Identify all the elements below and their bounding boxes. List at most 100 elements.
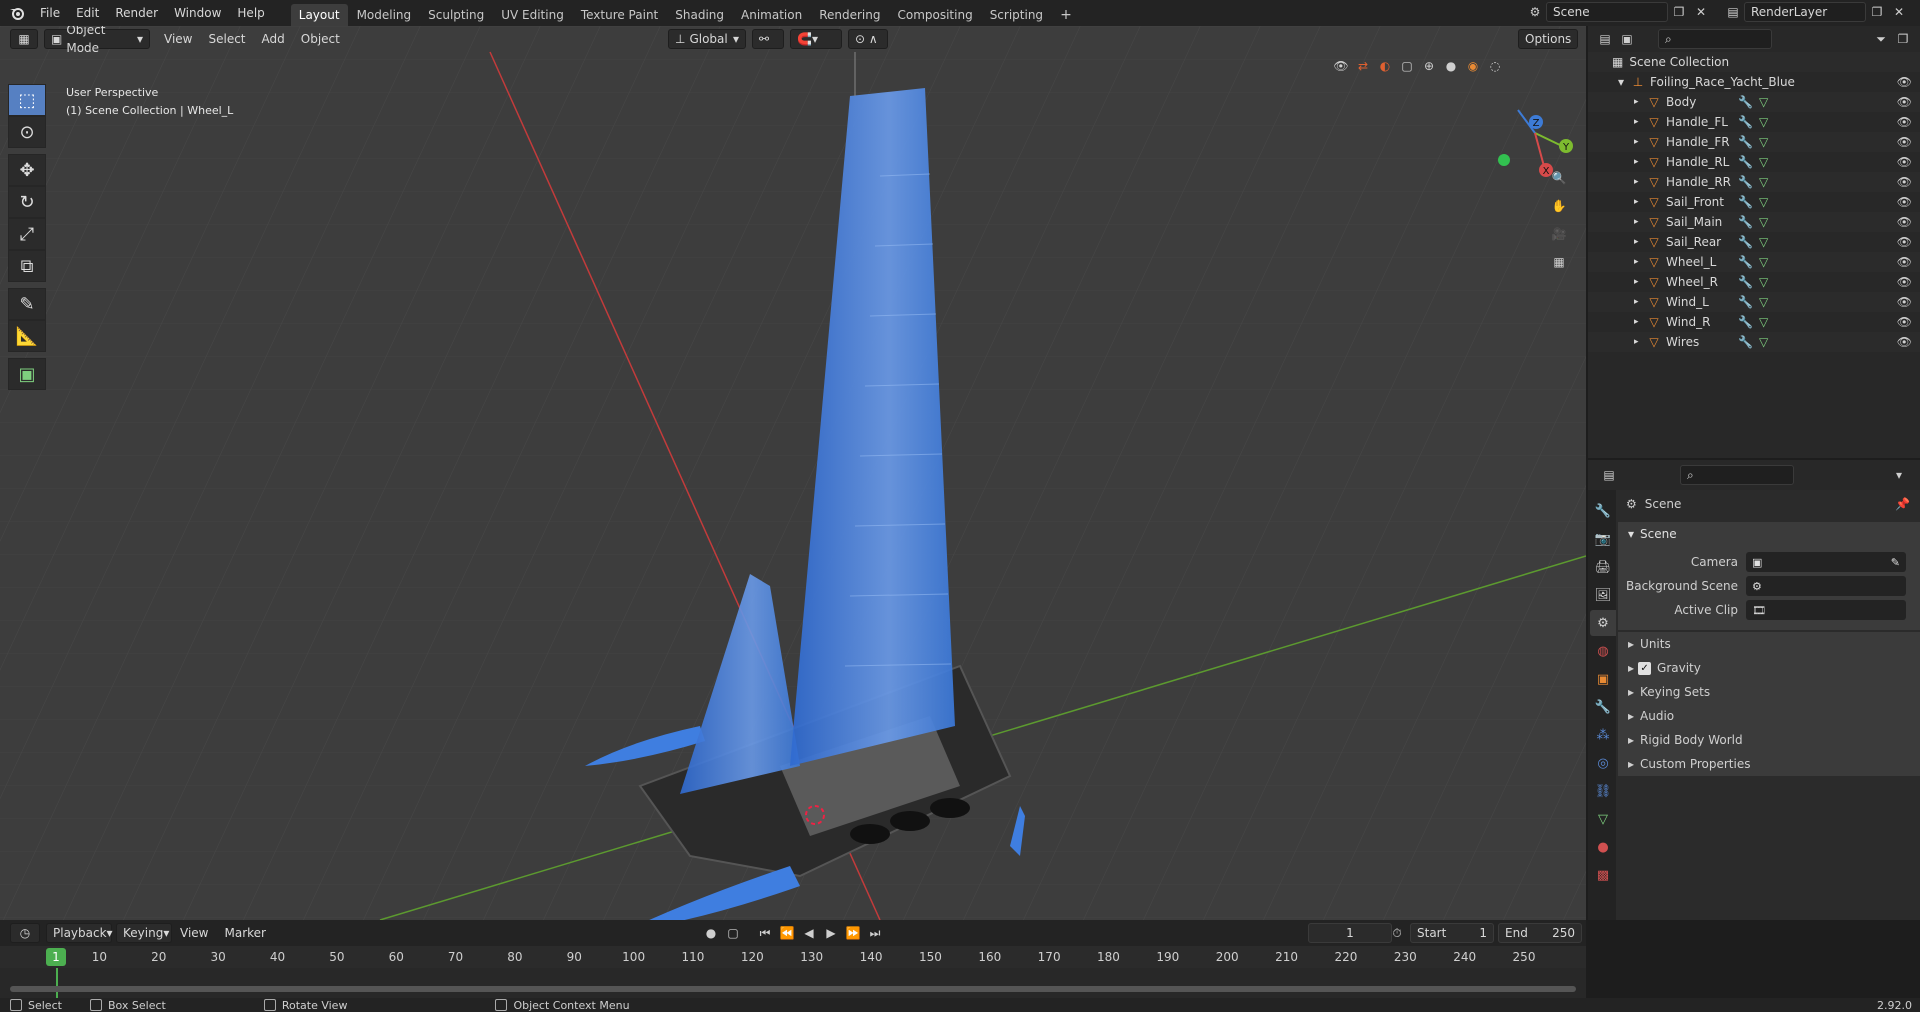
mesh-data-icon[interactable]: ▽ [1759,215,1768,229]
menu-edit[interactable]: Edit [68,2,107,24]
editor-type-button[interactable]: ▦ [10,29,38,49]
scene-panel-header[interactable]: ▾ Scene [1618,522,1920,546]
end-frame-field[interactable]: End 250 [1498,923,1582,943]
viewport-menu-select[interactable]: Select [200,29,253,49]
measure-tool[interactable]: 📐 [8,320,46,352]
cursor-tool[interactable]: ⊙ [8,116,46,148]
expand-icon[interactable]: ▸ [1634,117,1646,127]
modifier-icon[interactable]: 🔧 [1738,215,1753,229]
scale-tool[interactable]: ⤢ [8,218,46,250]
keying-sets-panel-header[interactable]: ▸ Keying Sets [1618,680,1920,704]
timeline-scrollbar[interactable] [10,986,1576,992]
mesh-data-icon[interactable]: ▽ [1759,295,1768,309]
modifier-icon[interactable]: 🔧 [1738,275,1753,289]
expand-icon[interactable]: ▾ [1618,75,1630,89]
new-collection-icon[interactable]: ❐ [1892,29,1914,49]
modifier-icon[interactable]: 🔧 [1738,115,1753,129]
outliner-item-handle-rr[interactable]: ▸ ▽ Handle_RR 🔧 ▽ 👁 [1588,172,1920,192]
expand-icon[interactable]: ▸ [1634,177,1646,187]
add-cube-tool[interactable]: ▣ [8,358,46,390]
outliner-item-sail-main[interactable]: ▸ ▽ Sail_Main 🔧 ▽ 👁 [1588,212,1920,232]
expand-icon[interactable]: ▸ [1634,157,1646,167]
background-scene-field[interactable]: ⚙ [1746,576,1906,596]
mesh-data-icon[interactable]: ▽ [1759,155,1768,169]
mesh-data-icon[interactable]: ▽ [1759,315,1768,329]
scene-collection-row[interactable]: ▦ Scene Collection [1588,52,1920,72]
modifier-icon[interactable]: 🔧 [1738,235,1753,249]
tab-material[interactable]: ● [1590,834,1616,860]
outliner-item-wheel-r[interactable]: ▸ ▽ Wheel_R 🔧 ▽ 👁 [1588,272,1920,292]
current-frame-field[interactable]: 1 [1308,923,1392,943]
mesh-data-icon[interactable]: ▽ [1759,195,1768,209]
visibility-eye-icon[interactable]: 👁 [1897,255,1912,269]
modifier-icon[interactable]: 🔧 [1738,155,1753,169]
outliner-search-input[interactable]: ⌕ [1658,29,1772,49]
zoom-icon[interactable]: 🔍 [1548,168,1570,188]
options-dropdown[interactable]: Options [1518,29,1578,49]
modifier-icon[interactable]: 🔧 [1738,195,1753,209]
expand-icon[interactable]: ▸ [1634,337,1646,347]
camera-view-icon[interactable]: 🎥 [1548,224,1570,244]
tab-scripting[interactable]: Scripting [982,4,1051,26]
timeline-ruler[interactable]: 1 10 20 30 40 50 60 70 80 90 100 110 120 130 140 150 16… [0,946,1586,968]
view-layer-field[interactable]: RenderLayer [1744,2,1866,22]
keying-dropdown[interactable]: Keying ▾ [116,923,172,943]
tab-texture-paint[interactable]: Texture Paint [573,4,666,26]
playback-dropdown[interactable]: Playback ▾ [46,923,113,943]
tab-view-layer[interactable]: 🖼 [1590,582,1616,608]
xray-icon[interactable]: ▢ [1396,56,1418,76]
visibility-eye-icon[interactable]: 👁 [1897,155,1912,169]
outliner-item-wind-r[interactable]: ▸ ▽ Wind_R 🔧 ▽ 👁 [1588,312,1920,332]
timeline-track[interactable] [0,968,1586,998]
solid-shading-icon[interactable]: ● [1440,56,1462,76]
expand-icon[interactable]: ▸ [1634,237,1646,247]
blender-logo-icon[interactable] [6,3,28,23]
properties-editor-icon[interactable]: ▤ [1598,465,1620,485]
chevron-down-icon[interactable]: ▾ [1888,465,1910,485]
outliner-item-wheel-l[interactable]: ▸ ▽ Wheel_L 🔧 ▽ 👁 [1588,252,1920,272]
audio-panel-header[interactable]: ▸ Audio [1618,704,1920,728]
menu-file[interactable]: File [32,2,68,24]
visibility-eye-icon[interactable]: 👁 [1897,335,1912,349]
transform-orientation-dropdown[interactable]: ⊥ Global ▾ [668,29,746,49]
move-tool[interactable]: ✥ [8,154,46,186]
pin-icon[interactable]: 📌 [1895,497,1910,511]
3d-viewport[interactable]: ▦ ▣ Object Mode ▾ View Select Add Object… [0,26,1586,920]
visibility-icon[interactable]: 👁 [1330,56,1352,76]
viewport-menu-object[interactable]: Object [293,29,348,49]
outliner-item-handle-fr[interactable]: ▸ ▽ Handle_FR 🔧 ▽ 👁 [1588,132,1920,152]
expand-icon[interactable]: ▸ [1634,137,1646,147]
mesh-data-icon[interactable]: ▽ [1759,135,1768,149]
outliner-item-sail-front[interactable]: ▸ ▽ Sail_Front 🔧 ▽ 👁 [1588,192,1920,212]
visibility-eye-icon[interactable]: 👁 [1897,275,1912,289]
properties-search-input[interactable]: ⌕ [1680,465,1794,485]
play-reverse-icon[interactable]: ◀ [798,923,820,943]
pan-hand-icon[interactable]: ✋ [1548,196,1570,216]
navigation-gizmo[interactable]: Z Y X [1490,88,1580,178]
visibility-eye-icon[interactable]: 👁 [1897,215,1912,229]
timeline-editor-type-button[interactable]: ◷ [10,923,40,943]
visibility-eye-icon[interactable]: 👁 [1897,115,1912,129]
active-clip-field[interactable]: 🎞 [1746,600,1906,620]
visibility-eye-icon[interactable]: 👁 [1897,235,1912,249]
tab-particles[interactable]: ⁂ [1590,722,1616,748]
mesh-data-icon[interactable]: ▽ [1759,255,1768,269]
gravity-checkbox[interactable]: ✓ [1638,661,1652,675]
jump-next-key-icon[interactable]: ⏩ [842,923,864,943]
tab-object[interactable]: ▣ [1590,666,1616,692]
visibility-eye-icon[interactable]: 👁 [1897,95,1912,109]
outliner-editor-icon[interactable]: ▤ [1594,29,1616,49]
select-box-tool[interactable]: ⬚ [8,84,46,116]
tab-world[interactable]: ◍ [1590,638,1616,664]
mesh-data-icon[interactable]: ▽ [1759,115,1768,129]
outliner-item-handle-rl[interactable]: ▸ ▽ Handle_RL 🔧 ▽ 👁 [1588,152,1920,172]
rendered-shading-icon[interactable]: ◌ [1484,56,1506,76]
visibility-eye-icon[interactable]: 👁 [1897,75,1912,89]
play-icon[interactable]: ▶ [820,923,842,943]
tab-output[interactable]: 🖨 [1590,554,1616,580]
close-scene-icon[interactable]: ✕ [1690,2,1712,22]
outliner-item-wind-l[interactable]: ▸ ▽ Wind_L 🔧 ▽ 👁 [1588,292,1920,312]
mesh-data-icon[interactable]: ▽ [1759,235,1768,249]
keyframe-toggle-icon[interactable]: ▢ [722,923,744,943]
overlay-toggle-icon[interactable]: ◐ [1374,56,1396,76]
